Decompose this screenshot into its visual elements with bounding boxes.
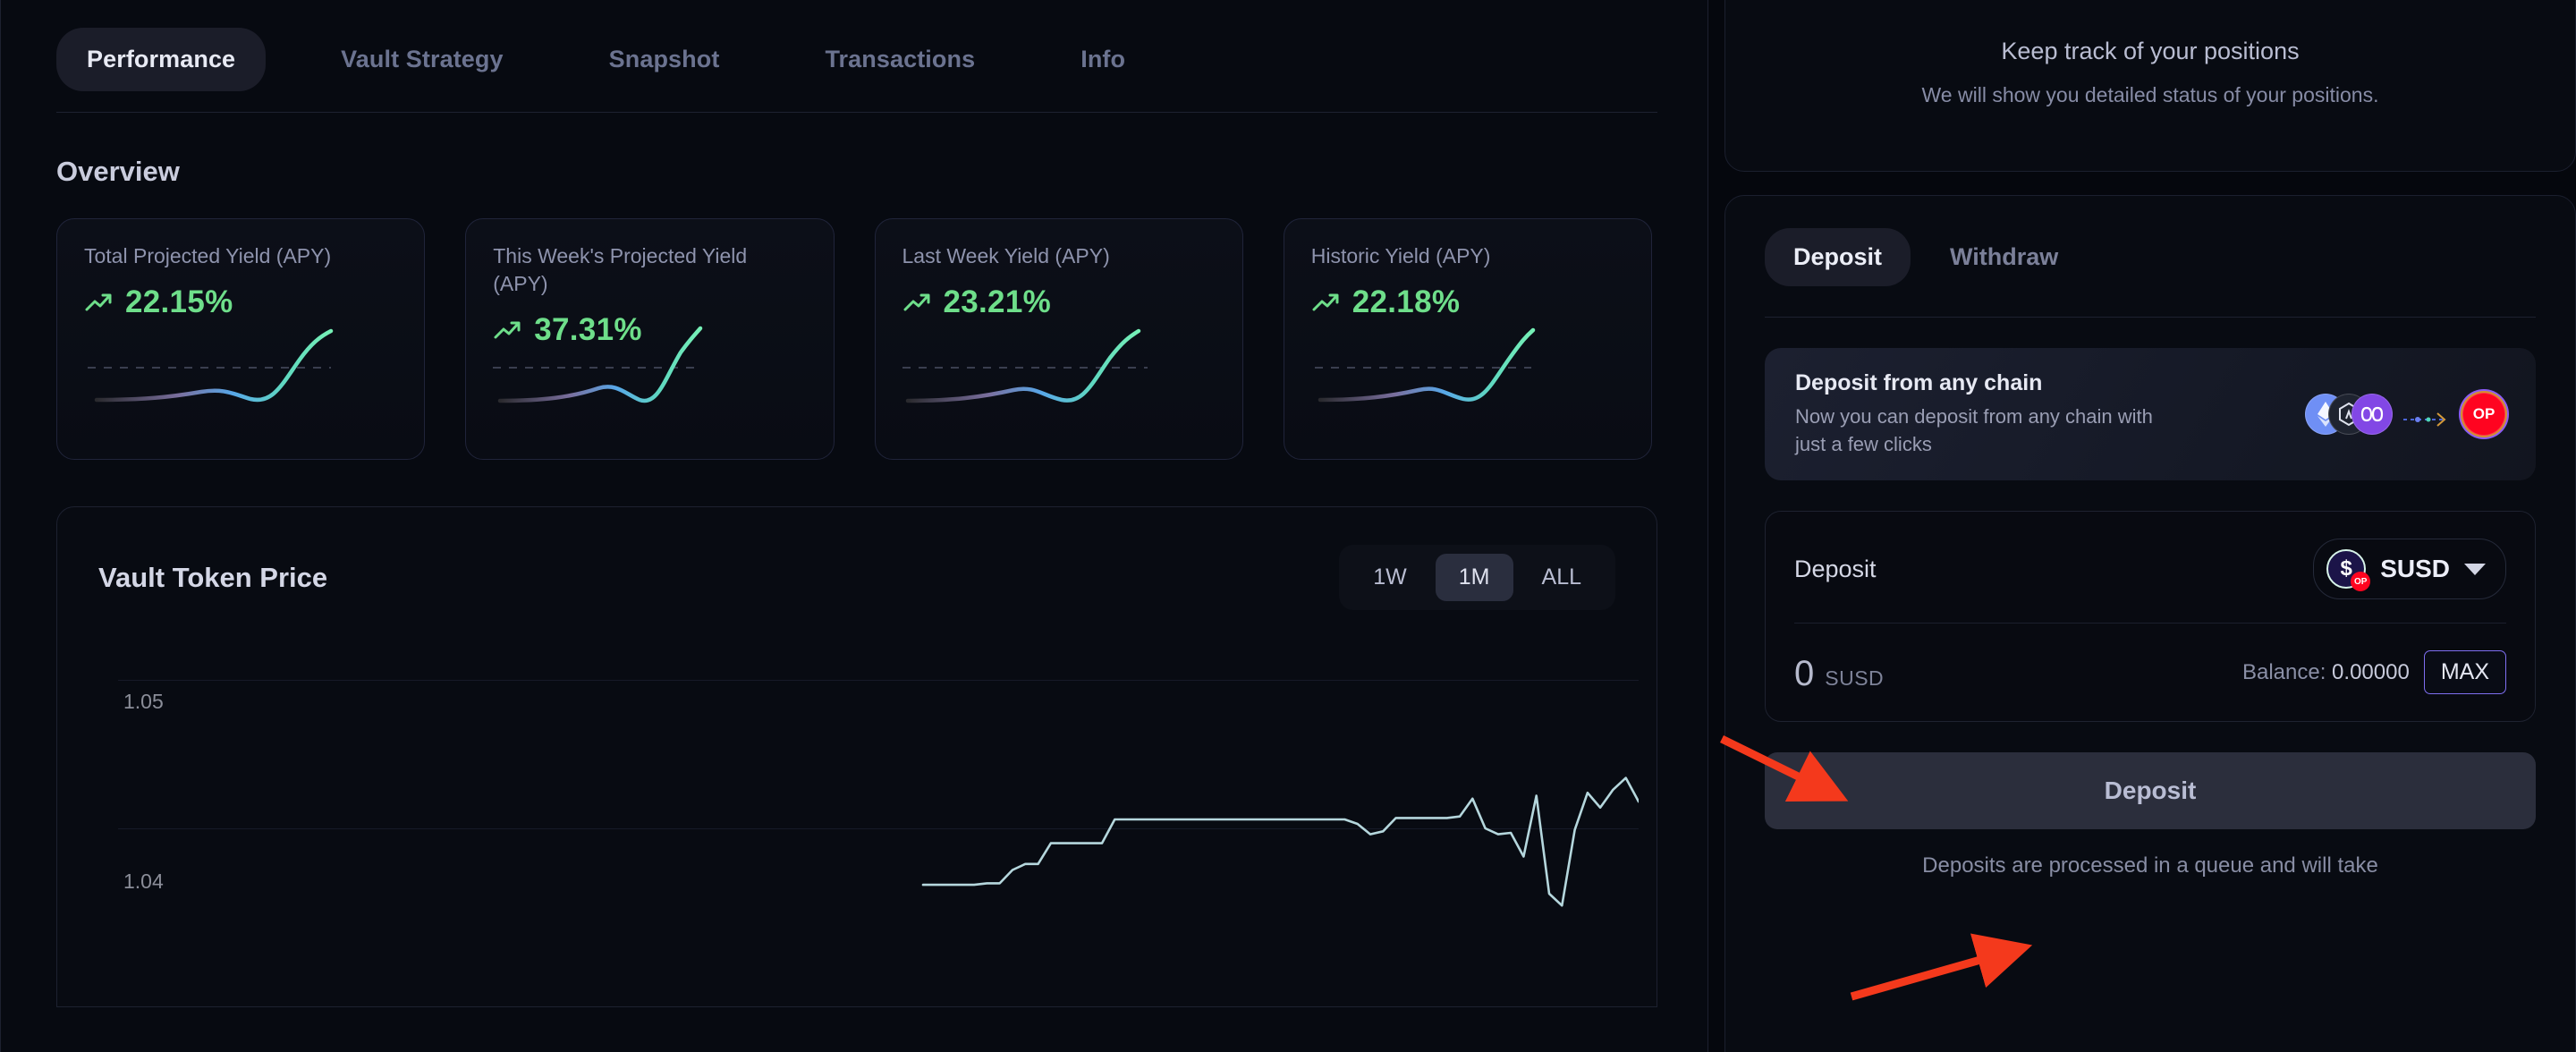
stat-card-value: 23.21% [943, 284, 1052, 320]
tab-transactions-label: Transactions [825, 45, 976, 72]
tab-info-label: Info [1080, 45, 1126, 72]
tab-info[interactable]: Info [1050, 28, 1156, 91]
stat-card-this-week-projected-yield: This Week's Projected Yield (APY) 37.31% [465, 218, 835, 460]
range-1m-label: 1M [1458, 564, 1490, 590]
deposit-amount-box: Deposit $ OP SUSD 0 SUSD Balance: 0.0000… [1765, 511, 2536, 722]
tab-vault-strategy-label: Vault Strategy [341, 45, 504, 72]
trend-up-icon [85, 293, 112, 311]
stat-card-value: 22.15% [125, 284, 233, 320]
tab-performance[interactable]: Performance [56, 27, 267, 91]
max-button-label: MAX [2440, 659, 2489, 684]
deposit-queue-note: Deposits are processed in a queue and wi… [1922, 853, 2378, 878]
stat-card-row: Total Projected Yield (APY) 22.15% This … [56, 218, 1652, 460]
sparkline-chart [493, 326, 703, 403]
vault-token-price-card: Vault Token Price 1W 1M ALL 1.05 1.04 [56, 506, 1657, 1007]
deposit-submit-button[interactable]: Deposit [1765, 752, 2536, 829]
balance-value: 0.00000 [2332, 659, 2410, 684]
op-label: OP [2472, 405, 2496, 422]
op-badge-icon: OP [2351, 572, 2371, 591]
stat-card-label: Total Projected Yield (APY) [84, 244, 332, 267]
deposit-any-chain-banner[interactable]: Deposit from any chain Now you can depos… [1765, 348, 2536, 480]
stat-card-label: This Week's Projected Yield (APY) [493, 244, 748, 296]
range-all-label: ALL [1541, 564, 1581, 590]
max-button[interactable]: MAX [2423, 650, 2506, 694]
selected-token-label: SUSD [2380, 555, 2450, 582]
tab-withdraw[interactable]: Withdraw [1921, 228, 2087, 286]
trend-up-icon [903, 293, 929, 311]
right-panel: Keep track of your positions We will sho… [1724, 0, 2576, 1052]
trend-up-icon [1312, 293, 1339, 311]
range-button-1m[interactable]: 1M [1435, 554, 1513, 601]
main-tabs: Performance Vault Strategy Snapshot Tran… [56, 1, 1652, 91]
stat-card-label: Historic Yield (APY) [1310, 244, 1491, 267]
token-select-dropdown[interactable]: $ OP SUSD [2313, 539, 2506, 599]
page-title: Overview [56, 156, 180, 187]
polygon-chain-icon [2351, 394, 2393, 435]
range-1w-label: 1W [1373, 564, 1407, 590]
positions-placeholder-card: Keep track of your positions We will sho… [1724, 0, 2576, 172]
positions-subtitle: We will show you detailed status of your… [1921, 83, 2379, 106]
deposit-amount-ticker: SUSD [1825, 666, 1885, 690]
tab-transactions[interactable]: Transactions [794, 28, 1005, 91]
tab-withdraw-label: Withdraw [1950, 243, 2059, 270]
deposit-field-label: Deposit [1794, 555, 1877, 582]
banner-subtitle: Now you can deposit from any chain with … [1795, 404, 2153, 455]
deposit-box-divider [1794, 623, 2506, 624]
sparkline-chart [88, 328, 334, 403]
stat-card-label: Last Week Yield (APY) [902, 244, 1110, 267]
chart-title: Vault Token Price [98, 561, 328, 593]
tab-deposit-label: Deposit [1793, 243, 1883, 270]
price-line-path [118, 641, 1639, 1007]
chevron-down-icon [2464, 563, 2486, 575]
tab-performance-label: Performance [87, 45, 236, 72]
range-button-all[interactable]: ALL [1519, 554, 1605, 601]
sparkline-chart [902, 328, 1148, 403]
tab-vault-strategy[interactable]: Vault Strategy [310, 28, 533, 91]
stat-card-historic-yield: Historic Yield (APY) 22.18% [1283, 218, 1652, 460]
deposit-withdraw-card: Deposit Withdraw Deposit from any chain … [1724, 195, 2576, 1052]
tab-snapshot[interactable]: Snapshot [579, 28, 750, 91]
deposit-tabs-divider [1765, 317, 2536, 318]
chart-range-toggle: 1W 1M ALL [1339, 545, 1615, 610]
range-button-1w[interactable]: 1W [1350, 554, 1430, 601]
chain-icon-group: OP [2305, 393, 2505, 436]
tabs-divider [56, 112, 1657, 113]
deposit-submit-label: Deposit [2104, 776, 2197, 804]
op-badge-label: OP [2353, 576, 2368, 587]
bridge-arrow-icon [2402, 410, 2453, 427]
optimism-chain-icon: OP [2462, 393, 2505, 436]
tab-deposit[interactable]: Deposit [1765, 228, 1911, 286]
banner-title: Deposit from any chain [1795, 369, 2043, 395]
deposit-withdraw-tabs: Deposit Withdraw [1765, 228, 2536, 286]
positions-title: Keep track of your positions [2001, 38, 2300, 64]
stat-card-last-week-yield: Last Week Yield (APY) 23.21% [874, 218, 1243, 460]
susd-token-icon: $ OP [2326, 549, 2371, 591]
sparkline-chart [1314, 327, 1535, 403]
vault-dashboard: Performance Vault Strategy Snapshot Tran… [0, 0, 2576, 1052]
tab-snapshot-label: Snapshot [608, 45, 720, 72]
balance-display: Balance: 0.00000 [2242, 660, 2410, 685]
deposit-amount-input[interactable]: 0 [1794, 654, 1814, 694]
left-panel: Performance Vault Strategy Snapshot Tran… [0, 0, 1708, 1052]
stat-card-total-projected-yield: Total Projected Yield (APY) 22.15% [56, 218, 426, 460]
stat-card-value: 22.18% [1352, 284, 1461, 320]
balance-label: Balance: [2241, 659, 2326, 684]
price-line-chart[interactable]: 1.05 1.04 [57, 641, 1657, 1007]
